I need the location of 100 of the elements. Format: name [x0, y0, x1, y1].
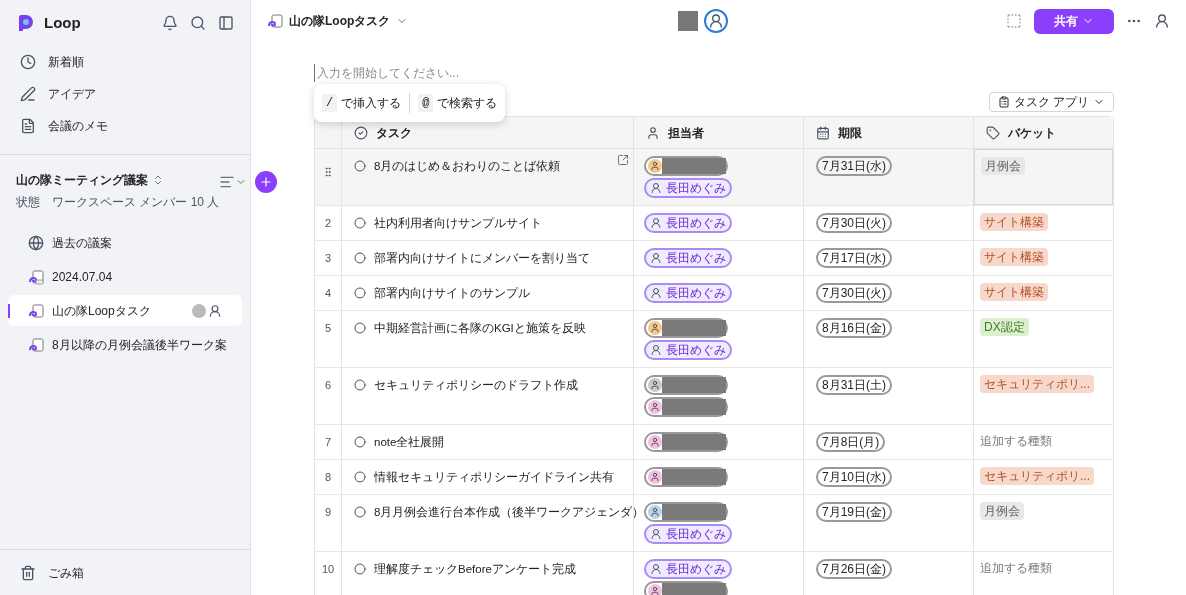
due-date-chip[interactable]: 7月26日(金)	[816, 559, 892, 579]
due-date-chip[interactable]: 7月30日(火)	[816, 283, 892, 303]
search-icon[interactable]	[190, 15, 206, 31]
task-title: 部署内向けサイトのサンプル	[374, 286, 530, 301]
due-date-chip[interactable]: 8月31日(土)	[816, 375, 892, 395]
table-row[interactable]: 6 セキュリティポリシーのドラフト作成 8月31日(土) セキュリティポリ...	[315, 368, 1113, 425]
add-button[interactable]	[255, 171, 278, 193]
nav-item[interactable]: 新着順	[0, 46, 250, 78]
redacted-person-chip[interactable]	[644, 432, 728, 452]
column-header[interactable]: 期限	[804, 117, 974, 148]
task-checkbox[interactable]	[354, 322, 366, 334]
column-header[interactable]: 担当者	[634, 117, 804, 148]
person-chip[interactable]: 長田めぐみ	[644, 283, 732, 303]
bucket-placeholder[interactable]: 追加する種類	[980, 434, 1052, 448]
due-date-chip[interactable]: 7月8日(月)	[816, 432, 886, 452]
expand-icon[interactable]	[152, 174, 164, 186]
due-date-chip[interactable]: 7月17日(水)	[816, 248, 892, 268]
page-item[interactable]: 2024.07.04	[8, 261, 242, 292]
redacted-person-chip[interactable]	[644, 581, 728, 595]
page-item[interactable]: 8月以降の月例会議後半ワーク案	[8, 329, 242, 360]
task-title: 8月のはじめ＆おわりのことば依頼	[374, 159, 561, 174]
avatar-icon	[650, 217, 662, 229]
bucket-tag[interactable]: サイト構築	[980, 213, 1048, 231]
task-title: 理解度チェックBeforeアンケート完成	[374, 562, 576, 577]
task-checkbox[interactable]	[354, 471, 366, 483]
panel-icon[interactable]	[218, 15, 234, 31]
task-checkbox[interactable]	[354, 379, 366, 391]
redacted-person-chip[interactable]	[644, 502, 728, 522]
person-chip[interactable]: 長田めぐみ	[644, 559, 732, 579]
task-checkbox[interactable]	[354, 160, 366, 172]
share-button[interactable]: 共有	[1034, 8, 1114, 34]
person-chip[interactable]: 長田めぐみ	[644, 340, 732, 360]
page-item[interactable]: 過去の議案	[8, 227, 242, 258]
task-checkbox[interactable]	[354, 506, 366, 518]
command-hint[interactable]: / で挿入する	[322, 94, 402, 112]
collaborator-avatars	[192, 303, 222, 318]
person-chip[interactable]: 長田めぐみ	[644, 524, 732, 544]
bucket-tag[interactable]: サイト構築	[980, 283, 1048, 301]
page-item[interactable]: 山の隊Loopタスク	[8, 295, 242, 326]
notification-icon[interactable]	[162, 15, 178, 31]
workspace-title: 山の隊ミーティング議案	[16, 172, 148, 189]
table-row[interactable]: 10 理解度チェックBeforeアンケート完成 長田めぐみ 7月26日(金) 追加する種類	[315, 552, 1113, 595]
nav-item[interactable]: 会議のメモ	[0, 110, 250, 142]
task-checkbox[interactable]	[354, 436, 366, 448]
task-checkbox[interactable]	[354, 217, 366, 229]
avatar-icon	[650, 252, 662, 264]
command-hint[interactable]: @ で検索する	[418, 94, 498, 112]
bucket-tag[interactable]: セキュリティポリ...	[980, 467, 1094, 485]
due-date-chip[interactable]: 7月30日(火)	[816, 213, 892, 233]
table-row[interactable]: 8 情報セキュリティポリシーガイドライン共有 7月10日(水) セキュリティポリ...	[315, 460, 1113, 495]
trash-item[interactable]: ごみ箱	[0, 549, 250, 595]
document-title[interactable]: 山の隊Loopタスク	[267, 12, 409, 30]
table-row[interactable]: 2 社内利用者向けサンプルサイト 長田めぐみ 7月30日(火) サイト構築	[315, 206, 1113, 241]
sort-button[interactable]	[219, 174, 248, 190]
clipboard-icon	[997, 96, 1010, 108]
bucket-tag[interactable]: セキュリティポリ...	[980, 375, 1094, 393]
bucket-placeholder[interactable]: 追加する種類	[980, 561, 1052, 575]
table-row[interactable]: 3 部署内向けサイトにメンバーを割り当て 長田めぐみ 7月17日(水) サイト構築	[315, 241, 1113, 276]
avatar-icon	[650, 344, 662, 356]
table-row[interactable]: 9 8月月例会進行台本作成（後半ワークアジェンダ） 長田めぐみ 7月19日(金) 月例会	[315, 495, 1113, 552]
task-checkbox[interactable]	[354, 287, 366, 299]
open-detail-icon[interactable]	[617, 154, 629, 166]
redacted-person-chip[interactable]	[644, 318, 728, 338]
due-date-chip[interactable]: 8月16日(金)	[816, 318, 892, 338]
person-chip[interactable]: 長田めぐみ	[644, 213, 732, 233]
column-header[interactable]: バケット	[974, 117, 1113, 148]
person-icon	[646, 125, 660, 140]
account-icon[interactable]	[1154, 13, 1170, 29]
bucket-tag[interactable]: DX認定	[980, 318, 1029, 336]
bucket-tag[interactable]: サイト構築	[980, 248, 1048, 266]
task-title: 8月月例会進行台本作成（後半ワークアジェンダ）	[374, 505, 645, 520]
redaction-block	[662, 399, 726, 415]
redaction-block	[662, 504, 726, 520]
task-checkbox[interactable]	[354, 563, 366, 575]
redacted-person-chip[interactable]	[644, 467, 728, 487]
table-row[interactable]: 8月のはじめ＆おわりのことば依頼 長田めぐみ 7月31日(水) 月例会	[315, 149, 1113, 206]
view-selector[interactable]: タスク アプリ	[988, 92, 1114, 112]
redacted-person-chip[interactable]	[644, 397, 728, 417]
row-number: 9	[324, 505, 332, 520]
due-date-chip[interactable]: 7月19日(金)	[816, 502, 892, 522]
due-date-chip[interactable]: 7月31日(水)	[816, 156, 892, 176]
table-row[interactable]: 4 部署内向けサイトのサンプル 長田めぐみ 7月30日(火) サイト構築	[315, 276, 1113, 311]
editor-input[interactable]: 入力を開始してください...	[314, 64, 1114, 82]
table-row[interactable]: 7 note全社展開 7月8日(月) 追加する種類	[315, 425, 1113, 460]
globe-icon	[28, 234, 44, 251]
row-number: 3	[324, 251, 332, 266]
nav-item[interactable]: アイデア	[0, 78, 250, 110]
table-row[interactable]: 5 中期経営計画に各隊のKGIと施策を反映 長田めぐみ 8月16日(金) DX認定	[315, 311, 1113, 368]
column-header[interactable]: タスク	[342, 117, 634, 148]
person-chip[interactable]: 長田めぐみ	[644, 248, 732, 268]
redacted-person-chip[interactable]	[644, 375, 728, 395]
bucket-tag[interactable]: 月例会	[981, 157, 1025, 175]
bucket-tag[interactable]: 月例会	[980, 502, 1024, 520]
drag-handle-icon[interactable]	[322, 166, 334, 178]
user-avatar[interactable]	[704, 9, 729, 33]
note-icon	[20, 118, 36, 134]
task-checkbox[interactable]	[354, 252, 366, 264]
redacted-person-chip[interactable]	[644, 156, 728, 176]
due-date-chip[interactable]: 7月10日(水)	[816, 467, 892, 487]
person-chip[interactable]: 長田めぐみ	[644, 178, 732, 198]
